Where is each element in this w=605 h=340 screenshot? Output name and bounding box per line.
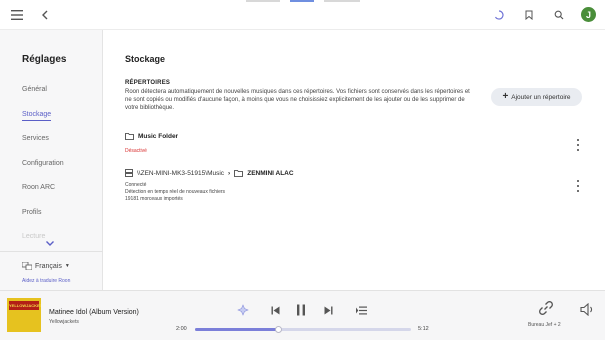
folder-icon bbox=[234, 169, 244, 177]
album-cover-logo: YELLOWJACKETS bbox=[9, 301, 41, 310]
now-playing-bar: YELLOWJACKETS Matinee Idol (Album Versio… bbox=[0, 290, 605, 340]
add-folder-button[interactable]: + Ajouter un répertoire bbox=[491, 88, 582, 106]
link-zone-icon[interactable] bbox=[537, 301, 555, 315]
chevron-right-icon: › bbox=[228, 169, 231, 177]
hamburger-menu-icon[interactable] bbox=[10, 8, 24, 22]
back-chevron-icon[interactable] bbox=[38, 8, 52, 22]
search-icon[interactable] bbox=[552, 8, 566, 22]
sidebar-item-playback[interactable]: Lecture bbox=[22, 233, 45, 240]
sidebar-divider bbox=[0, 251, 103, 252]
section-title: RÉPERTOIRES bbox=[125, 80, 171, 86]
folder-status: Désactivé bbox=[125, 148, 147, 154]
help-translate-link[interactable]: Aidez à traduire Roon bbox=[22, 278, 70, 284]
chevron-down-icon[interactable] bbox=[46, 239, 54, 248]
language-select[interactable]: Français ▼ bbox=[22, 262, 70, 270]
elapsed-time: 2:00 bbox=[176, 326, 187, 332]
more-options-icon[interactable] bbox=[575, 180, 581, 192]
folder-track-count: 19181 morceaux importés bbox=[125, 196, 183, 202]
previous-track-icon[interactable] bbox=[268, 303, 282, 317]
page-title: Stockage bbox=[125, 54, 166, 64]
folder-name: Music Folder bbox=[138, 133, 179, 140]
storage-panel: Stockage RÉPERTOIRES Roon détectera auto… bbox=[103, 30, 605, 290]
queue-icon[interactable] bbox=[354, 303, 368, 317]
sidebar-item-configuration[interactable]: Configuration bbox=[22, 160, 64, 167]
seek-bar[interactable] bbox=[195, 326, 411, 333]
folder-icon bbox=[125, 133, 134, 140]
more-options-icon[interactable] bbox=[575, 139, 581, 151]
settings-sidebar: Réglages Général Stockage Services Confi… bbox=[0, 30, 103, 290]
plus-icon: + bbox=[502, 91, 509, 102]
next-track-icon[interactable] bbox=[321, 303, 335, 317]
settings-title: Réglages bbox=[22, 54, 67, 65]
total-time: 5:12 bbox=[418, 326, 429, 332]
translate-icon bbox=[22, 262, 32, 270]
avatar[interactable]: J bbox=[581, 7, 596, 22]
language-label: Français bbox=[35, 262, 62, 270]
sidebar-item-profiles[interactable]: Profils bbox=[22, 209, 41, 216]
folder-path: \\ZEN-MINI-MK3-51915\Music bbox=[137, 169, 225, 177]
sidebar-item-storage[interactable]: Stockage bbox=[22, 111, 52, 121]
folder-detection: Détection en temps réel de nouveaux fich… bbox=[125, 189, 226, 195]
sidebar-item-general[interactable]: Général bbox=[22, 86, 47, 93]
album-cover[interactable]: YELLOWJACKETS bbox=[7, 298, 41, 332]
network-drive-icon bbox=[125, 169, 133, 177]
volume-icon[interactable] bbox=[579, 302, 595, 316]
track-artist[interactable]: Yellowjackets bbox=[49, 319, 79, 325]
section-description: Roon détectera automatiquement de nouvel… bbox=[125, 89, 470, 111]
add-folder-label: Ajouter un répertoire bbox=[511, 93, 571, 101]
bookmark-icon[interactable] bbox=[522, 8, 536, 22]
caret-down-icon: ▼ bbox=[64, 263, 70, 269]
seek-bar-fill bbox=[195, 328, 279, 331]
folder-status: Connecté bbox=[125, 182, 147, 188]
zone-name[interactable]: Bureau Jef + 2 bbox=[528, 322, 561, 328]
track-title[interactable]: Matinee Idol (Album Version) bbox=[49, 309, 139, 316]
sidebar-item-services[interactable]: Services bbox=[22, 135, 49, 142]
radio-icon[interactable] bbox=[236, 303, 250, 317]
page-indicator bbox=[246, 0, 360, 3]
sidebar-item-roon-arc[interactable]: Roon ARC bbox=[22, 184, 55, 191]
folder-row-title: \\ZEN-MINI-MK3-51915\Music › ZENMINI ALA… bbox=[125, 169, 294, 177]
loading-spinner-icon bbox=[492, 8, 506, 22]
seek-handle[interactable] bbox=[274, 326, 282, 333]
top-bar: J bbox=[0, 0, 605, 30]
folder-name: ZENMINI ALAC bbox=[247, 169, 294, 177]
folder-row-title: Music Folder bbox=[125, 133, 178, 140]
pause-icon[interactable] bbox=[294, 303, 308, 317]
